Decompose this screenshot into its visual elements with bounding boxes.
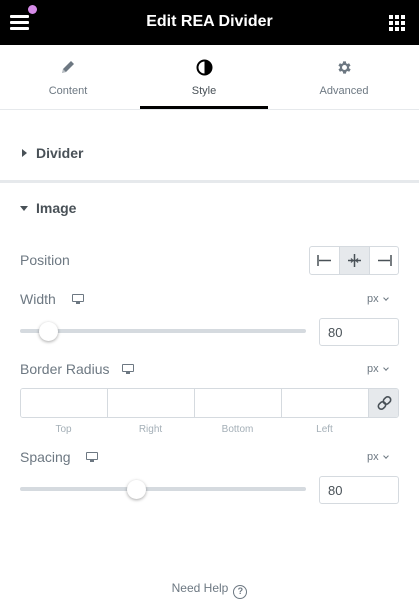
width-input[interactable] bbox=[319, 318, 399, 346]
spacing-slider-track[interactable] bbox=[20, 487, 306, 491]
help-question-icon: ? bbox=[233, 585, 248, 599]
border-radius-label: Border Radius bbox=[20, 361, 110, 377]
dimension-label-left: Left bbox=[316, 424, 333, 435]
align-right-icon bbox=[378, 255, 392, 266]
tab-label: Content bbox=[48, 85, 88, 97]
spacing-slider-thumb[interactable] bbox=[126, 480, 146, 499]
contrast-icon bbox=[196, 59, 212, 76]
need-help-label: Need Help bbox=[171, 581, 229, 595]
position-choices bbox=[309, 246, 399, 275]
desktop-icon[interactable] bbox=[122, 364, 134, 374]
panel-header: Edit REA Divider bbox=[0, 0, 419, 45]
align-right-button[interactable] bbox=[370, 247, 398, 274]
position-label: Position bbox=[20, 252, 70, 268]
caret-down-icon bbox=[20, 206, 28, 211]
need-help-link[interactable]: Need Help? bbox=[0, 581, 419, 599]
desktop-icon[interactable] bbox=[72, 294, 84, 304]
tab-label: Advanced bbox=[319, 85, 369, 97]
width-slider-track[interactable] bbox=[20, 329, 306, 333]
editor-tabs: Content Style Advanced bbox=[0, 45, 419, 110]
link-values-button[interactable] bbox=[369, 389, 398, 417]
width-unit-select[interactable]: px bbox=[367, 293, 389, 305]
dimension-label-top: Top bbox=[55, 424, 72, 435]
border-radius-bottom-input[interactable] bbox=[195, 389, 282, 417]
gear-icon bbox=[337, 61, 351, 74]
dimension-label-bottom: Bottom bbox=[221, 424, 254, 435]
caret-right-icon bbox=[22, 149, 27, 157]
tab-style[interactable]: Style bbox=[140, 45, 268, 109]
border-radius-right-input[interactable] bbox=[108, 389, 195, 417]
border-radius-dimensions bbox=[20, 388, 399, 418]
section-title: Divider bbox=[36, 145, 84, 161]
tab-label: Style bbox=[191, 85, 217, 97]
align-center-icon bbox=[348, 254, 361, 267]
spacing-label: Spacing bbox=[20, 449, 71, 465]
desktop-icon[interactable] bbox=[86, 452, 98, 462]
spacing-unit-select[interactable]: px bbox=[367, 451, 389, 463]
section-image[interactable]: Image bbox=[0, 190, 419, 228]
section-separator bbox=[0, 180, 419, 183]
tab-content[interactable]: Content bbox=[4, 45, 132, 109]
spacing-input[interactable] bbox=[319, 476, 399, 504]
border-radius-top-input[interactable] bbox=[21, 389, 108, 417]
panel-title: Edit REA Divider bbox=[146, 13, 273, 30]
section-divider[interactable]: Divider bbox=[0, 135, 419, 173]
active-tab-indicator bbox=[140, 106, 268, 109]
align-left-button[interactable] bbox=[310, 247, 340, 274]
align-center-button[interactable] bbox=[340, 247, 370, 274]
width-slider-thumb[interactable] bbox=[38, 322, 58, 341]
pencil-icon bbox=[62, 61, 74, 73]
border-radius-unit-select[interactable]: px bbox=[367, 363, 389, 375]
section-title: Image bbox=[36, 200, 77, 216]
widgets-grid-icon[interactable] bbox=[389, 15, 405, 31]
border-radius-left-input[interactable] bbox=[282, 389, 369, 417]
tab-advanced[interactable]: Advanced bbox=[280, 45, 408, 109]
align-left-icon bbox=[317, 255, 331, 266]
link-icon bbox=[377, 396, 392, 410]
width-label: Width bbox=[20, 291, 56, 307]
dimension-label-right: Right bbox=[138, 424, 163, 435]
